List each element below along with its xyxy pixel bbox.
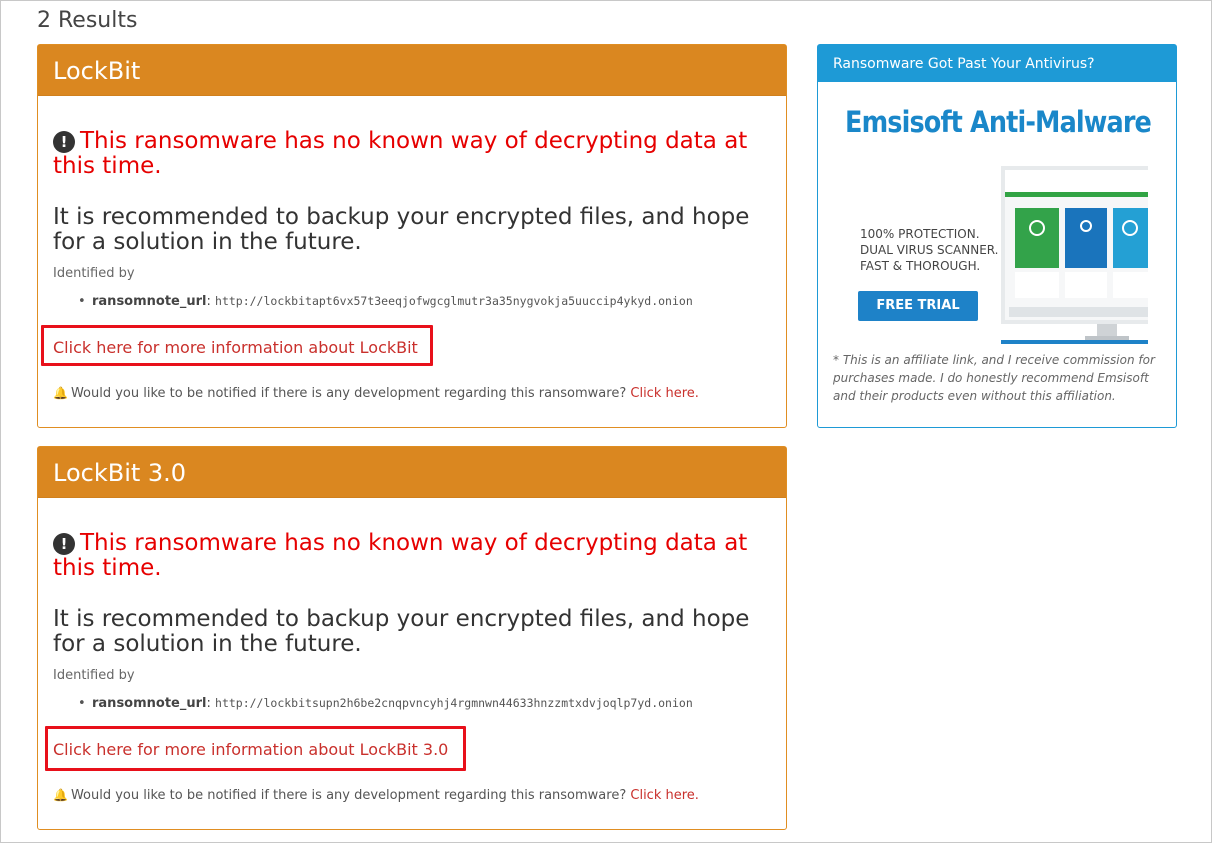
ad-feature-line: FAST & THOROUGH.: [860, 259, 981, 273]
identifier-key: ransomnote_url: [92, 294, 207, 309]
affiliate-disclaimer: * This is an affiliate link, and I recei…: [833, 353, 1155, 403]
exclamation-circle-icon: !: [53, 131, 75, 153]
bullet-icon: •: [78, 294, 86, 309]
exclamation-circle-icon: !: [53, 533, 75, 555]
recommendation-text: It is recommended to backup your encrypt…: [53, 606, 750, 657]
warning-text: This ransomware has no known way of decr…: [53, 128, 748, 179]
identified-by-label: Identified by: [53, 668, 135, 683]
card-title: LockBit: [38, 45, 786, 96]
identifier-item: • ransomnote_url: http://lockbitsupn2h6be…: [78, 696, 693, 711]
ad-header: Ransomware Got Past Your Antivirus?: [818, 45, 1176, 82]
bell-icon: 🔔: [53, 386, 68, 400]
results-count: 2 Results: [37, 8, 138, 33]
result-card-lockbit: LockBit ! This ransomware has no known wa…: [37, 44, 787, 428]
warning-text: This ransomware has no known way of decr…: [53, 530, 748, 581]
identifier-item: • ransomnote_url: http://lockbitapt6vx57t…: [78, 294, 693, 309]
recommendation-text: It is recommended to backup your encrypt…: [53, 204, 750, 255]
identifier-key: ransomnote_url: [92, 696, 207, 711]
affiliate-ad-panel: Ransomware Got Past Your Antivirus? Emsi…: [817, 44, 1177, 428]
bell-icon: 🔔: [53, 788, 68, 802]
notify-text: Would you like to be notified if there i…: [70, 386, 627, 401]
more-info-link[interactable]: Click here for more information about Lo…: [53, 740, 448, 759]
notify-link[interactable]: Click here.: [630, 788, 699, 803]
notify-line: 🔔 Would you like to be notified if there …: [53, 386, 699, 401]
decryption-warning: ! This ransomware has no known way of dec…: [53, 129, 773, 179]
card-body: ! This ransomware has no known way of dec…: [38, 96, 786, 428]
more-info-link[interactable]: Click here for more information about Lo…: [53, 338, 418, 357]
free-trial-button[interactable]: FREE TRIAL: [858, 291, 978, 321]
result-card-lockbit-3: LockBit 3.0 ! This ransomware has no know…: [37, 446, 787, 830]
identifier-value: http://lockbitsupn2h6be2cnqpvncyhj4rgmnw…: [215, 696, 693, 710]
monitor-screenshot-icon[interactable]: [1001, 166, 1148, 348]
card-body: ! This ransomware has no known way of dec…: [38, 498, 786, 830]
ad-feature-line: 100% PROTECTION.: [860, 227, 980, 241]
ad-product-title[interactable]: Emsisoft Anti-Malware: [840, 105, 1157, 139]
card-title: LockBit 3.0: [38, 447, 786, 498]
notify-line: 🔔 Would you like to be notified if there …: [53, 788, 699, 803]
ad-features: 100% PROTECTION. DUAL VIRUS SCANNER. FAS…: [860, 226, 999, 274]
identifier-value: http://lockbitapt6vx57t3eeqjofwgcglmutr3…: [215, 294, 693, 308]
bullet-icon: •: [78, 696, 86, 711]
identified-by-label: Identified by: [53, 266, 135, 281]
notify-text: Would you like to be notified if there i…: [70, 788, 627, 803]
decryption-warning: ! This ransomware has no known way of dec…: [53, 531, 773, 581]
ad-feature-line: DUAL VIRUS SCANNER.: [860, 243, 999, 257]
notify-link[interactable]: Click here.: [630, 386, 699, 401]
